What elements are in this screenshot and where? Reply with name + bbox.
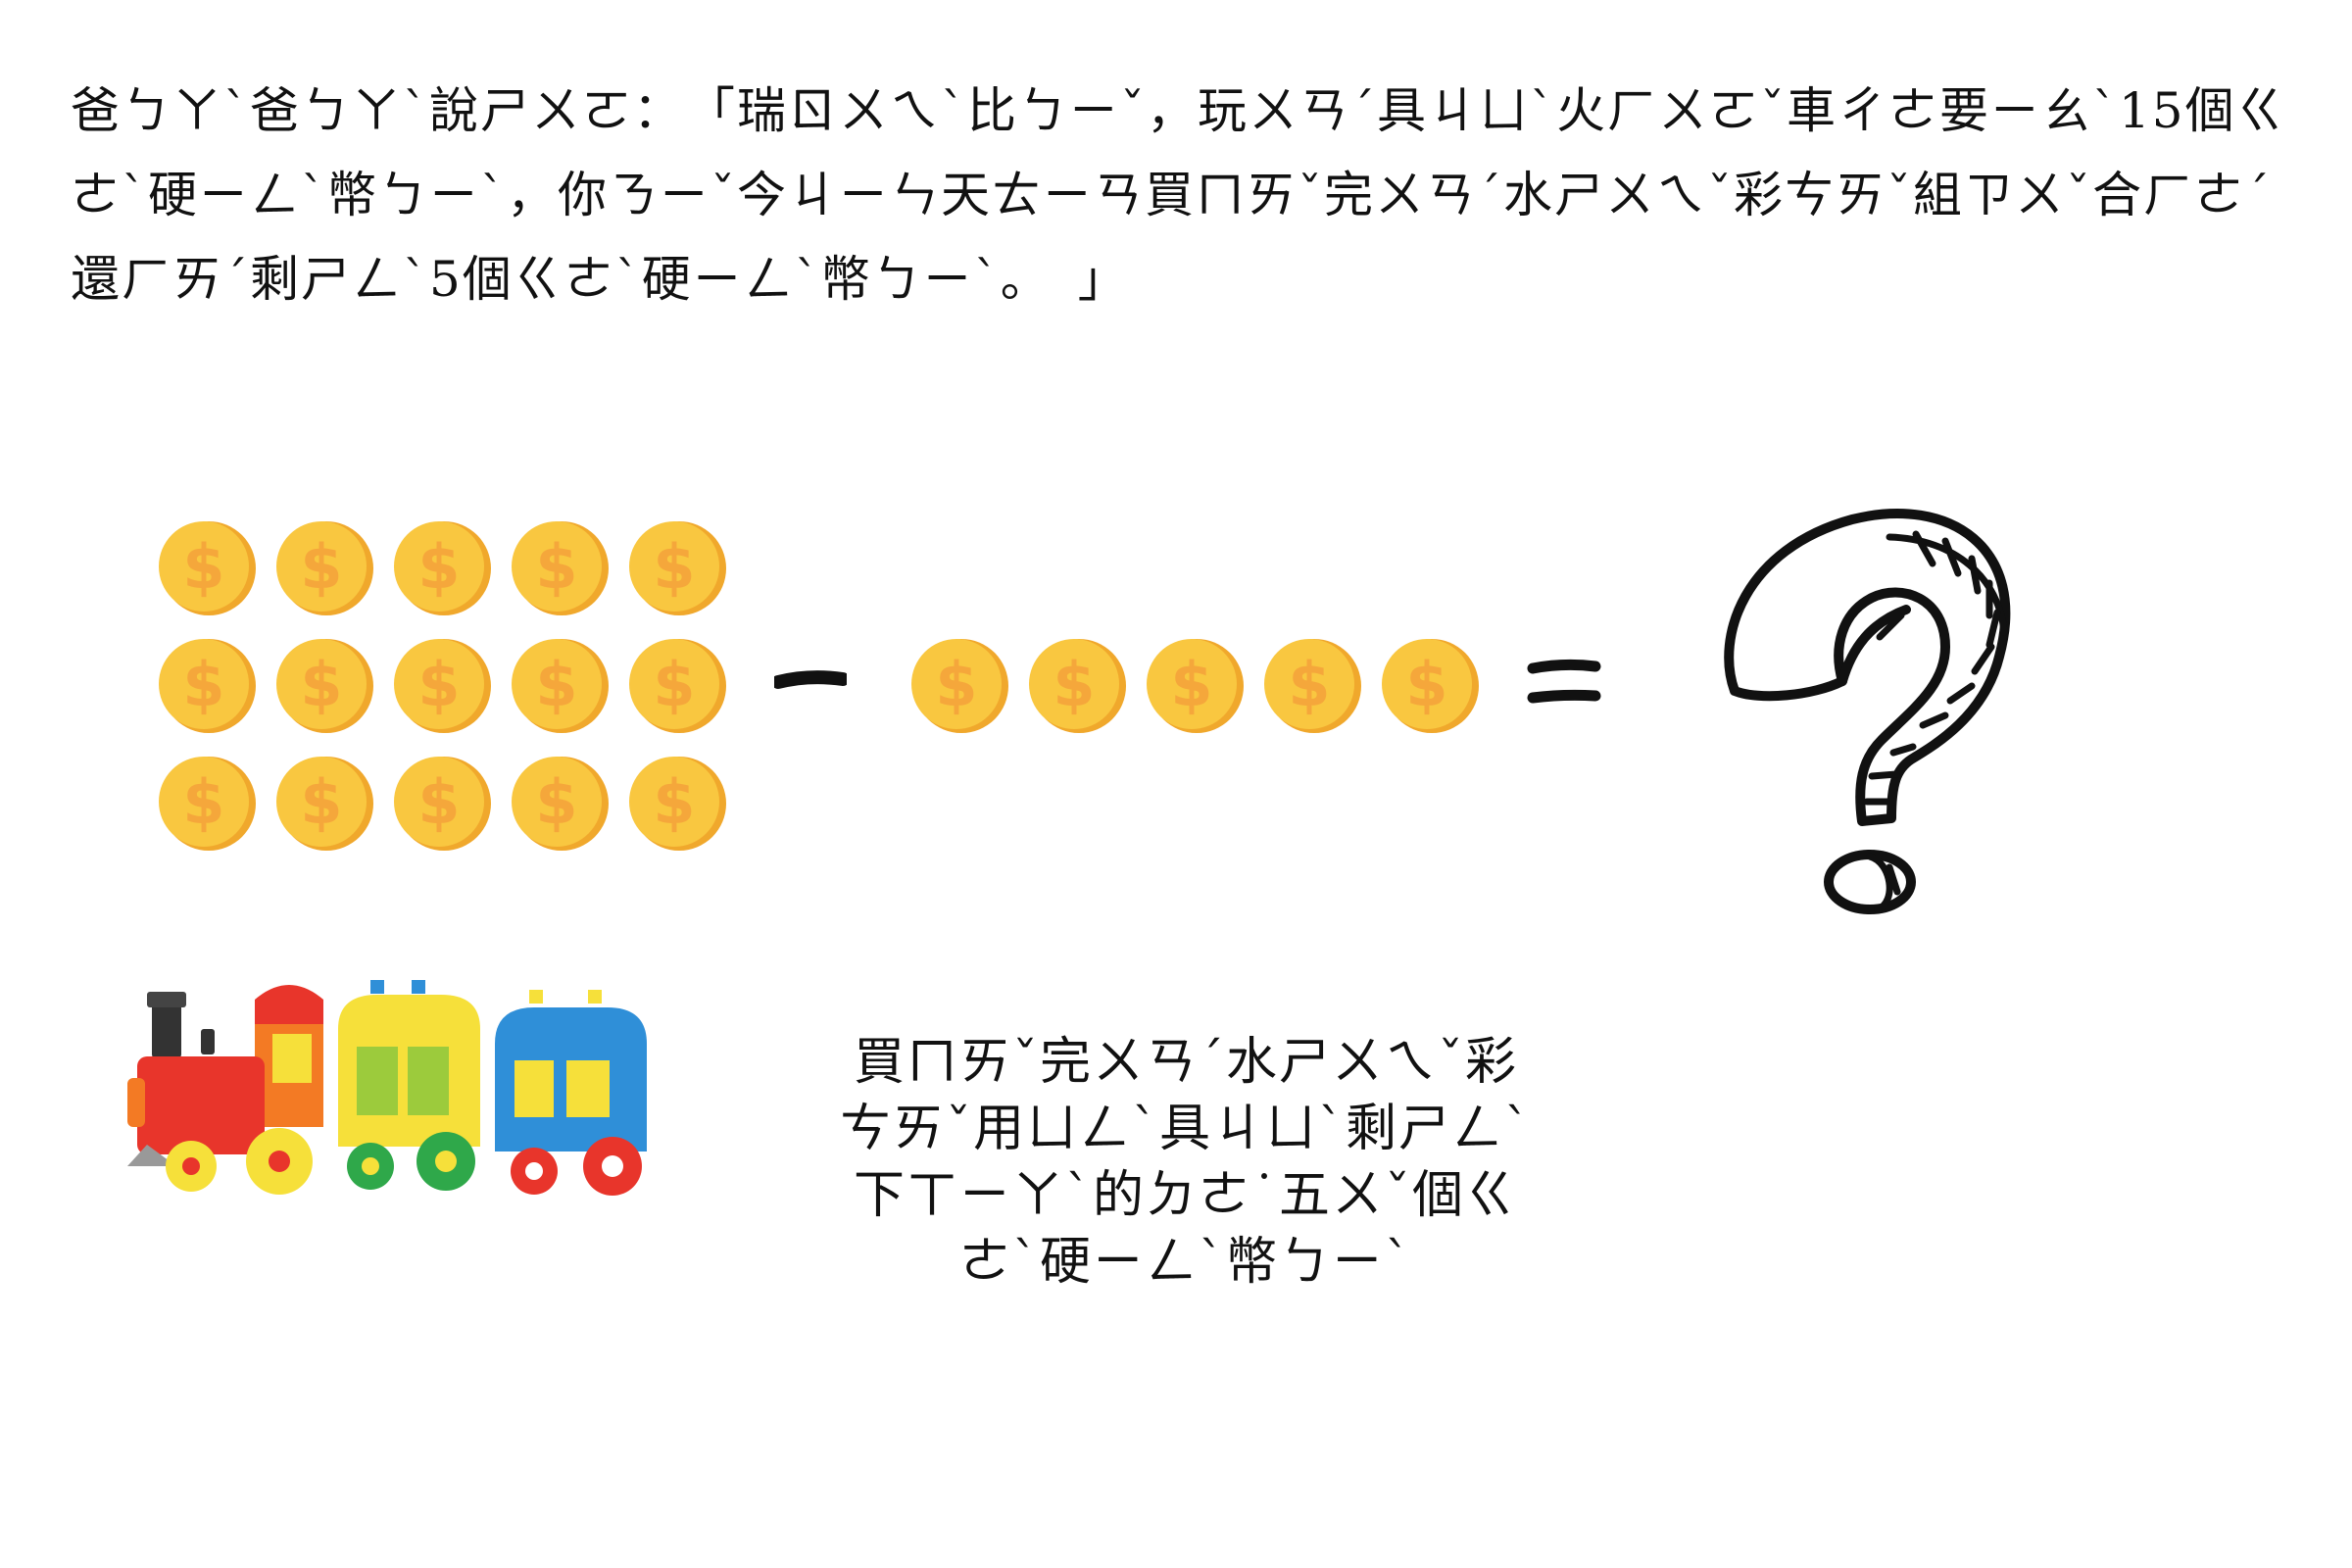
equals-sign — [1527, 659, 1601, 704]
coin-symbol: $ — [1053, 649, 1095, 720]
total-coins-grid: $ $ $ $ $ $ $ $ $ $ $ $ $ $ $ — [147, 510, 735, 862]
gold-coin-icon: $ — [1147, 639, 1244, 733]
gold-coin-icon: $ — [159, 757, 256, 851]
gold-coin-icon: $ — [159, 639, 256, 733]
coin-symbol: $ — [417, 649, 460, 720]
gold-coin-icon: $ — [276, 639, 373, 733]
coin-symbol: $ — [182, 649, 224, 720]
gold-coin-icon: $ — [394, 521, 491, 615]
gold-coin-icon: $ — [629, 639, 726, 733]
gold-coin-icon: $ — [394, 757, 491, 851]
coin-symbol: $ — [653, 531, 695, 603]
question-mark-icon — [1724, 509, 2011, 914]
coin-symbol: $ — [535, 649, 577, 720]
coin-symbol: $ — [1405, 649, 1447, 720]
gold-coin-icon: $ — [911, 639, 1008, 733]
train-blue-car — [495, 990, 647, 1196]
coin-symbol: $ — [417, 766, 460, 838]
coin-symbol: $ — [935, 649, 977, 720]
gold-coin-icon: $ — [512, 757, 609, 851]
gold-coin-icon: $ — [1029, 639, 1126, 733]
coin-symbol: $ — [1170, 649, 1212, 720]
coin-symbol: $ — [653, 649, 695, 720]
coin-symbol: $ — [300, 531, 342, 603]
caption-line-1: 買ㄇㄞˇ完ㄨㄢˊ水ㄕㄨㄟˇ彩ㄘㄞˇ用ㄩㄥˋ具ㄐㄩˋ剩ㄕㄥˋ — [839, 1033, 1532, 1158]
coin-symbol: $ — [300, 649, 342, 720]
gold-coin-icon: $ — [1382, 639, 1479, 733]
coin-symbol: $ — [653, 766, 695, 838]
coin-symbol: $ — [1288, 649, 1330, 720]
train-engine — [127, 985, 323, 1195]
caption-line-2: 下ㄒㄧㄚˋ的ㄉㄜ˙五ㄨˇ個ㄍㄜˋ硬ㄧㄥˋ幣ㄅㄧˋ — [853, 1166, 1518, 1292]
coin-symbol: $ — [535, 531, 577, 603]
gold-coin-icon: $ — [276, 757, 373, 851]
minus-sign — [774, 670, 847, 689]
coin-symbol: $ — [300, 766, 342, 838]
gold-coin-icon: $ — [1264, 639, 1361, 733]
coin-symbol: $ — [535, 766, 577, 838]
coin-symbol: $ — [182, 766, 224, 838]
story-text: 爸ㄅㄚˋ爸ㄅㄚˋ說ㄕㄨㄛ： 「瑞ㄖㄨㄟˋ比ㄅㄧˇ，玩ㄨㄢˊ具ㄐㄩˋ火ㄏㄨㄛˇ車ㄔ… — [71, 82, 2287, 308]
gold-coin-icon: $ — [276, 521, 373, 615]
gold-coin-icon: $ — [512, 521, 609, 615]
coin-symbol: $ — [182, 531, 224, 603]
coin-symbol: $ — [417, 531, 460, 603]
gold-coin-icon: $ — [512, 639, 609, 733]
caption: 買ㄇㄞˇ完ㄨㄢˊ水ㄕㄨㄟˇ彩ㄘㄞˇ用ㄩㄥˋ具ㄐㄩˋ剩ㄕㄥˋ 下ㄒㄧㄚˋ的ㄉㄜ˙五… — [833, 1029, 1539, 1296]
gold-coin-icon: $ — [159, 521, 256, 615]
train-yellow-car — [338, 980, 480, 1191]
spent-coins-row: $ $ $ $ $ — [900, 627, 1488, 745]
gold-coin-icon: $ — [629, 521, 726, 615]
gold-coin-icon: $ — [394, 639, 491, 733]
toy-train-icon — [127, 980, 647, 1196]
gold-coin-icon: $ — [629, 757, 726, 851]
